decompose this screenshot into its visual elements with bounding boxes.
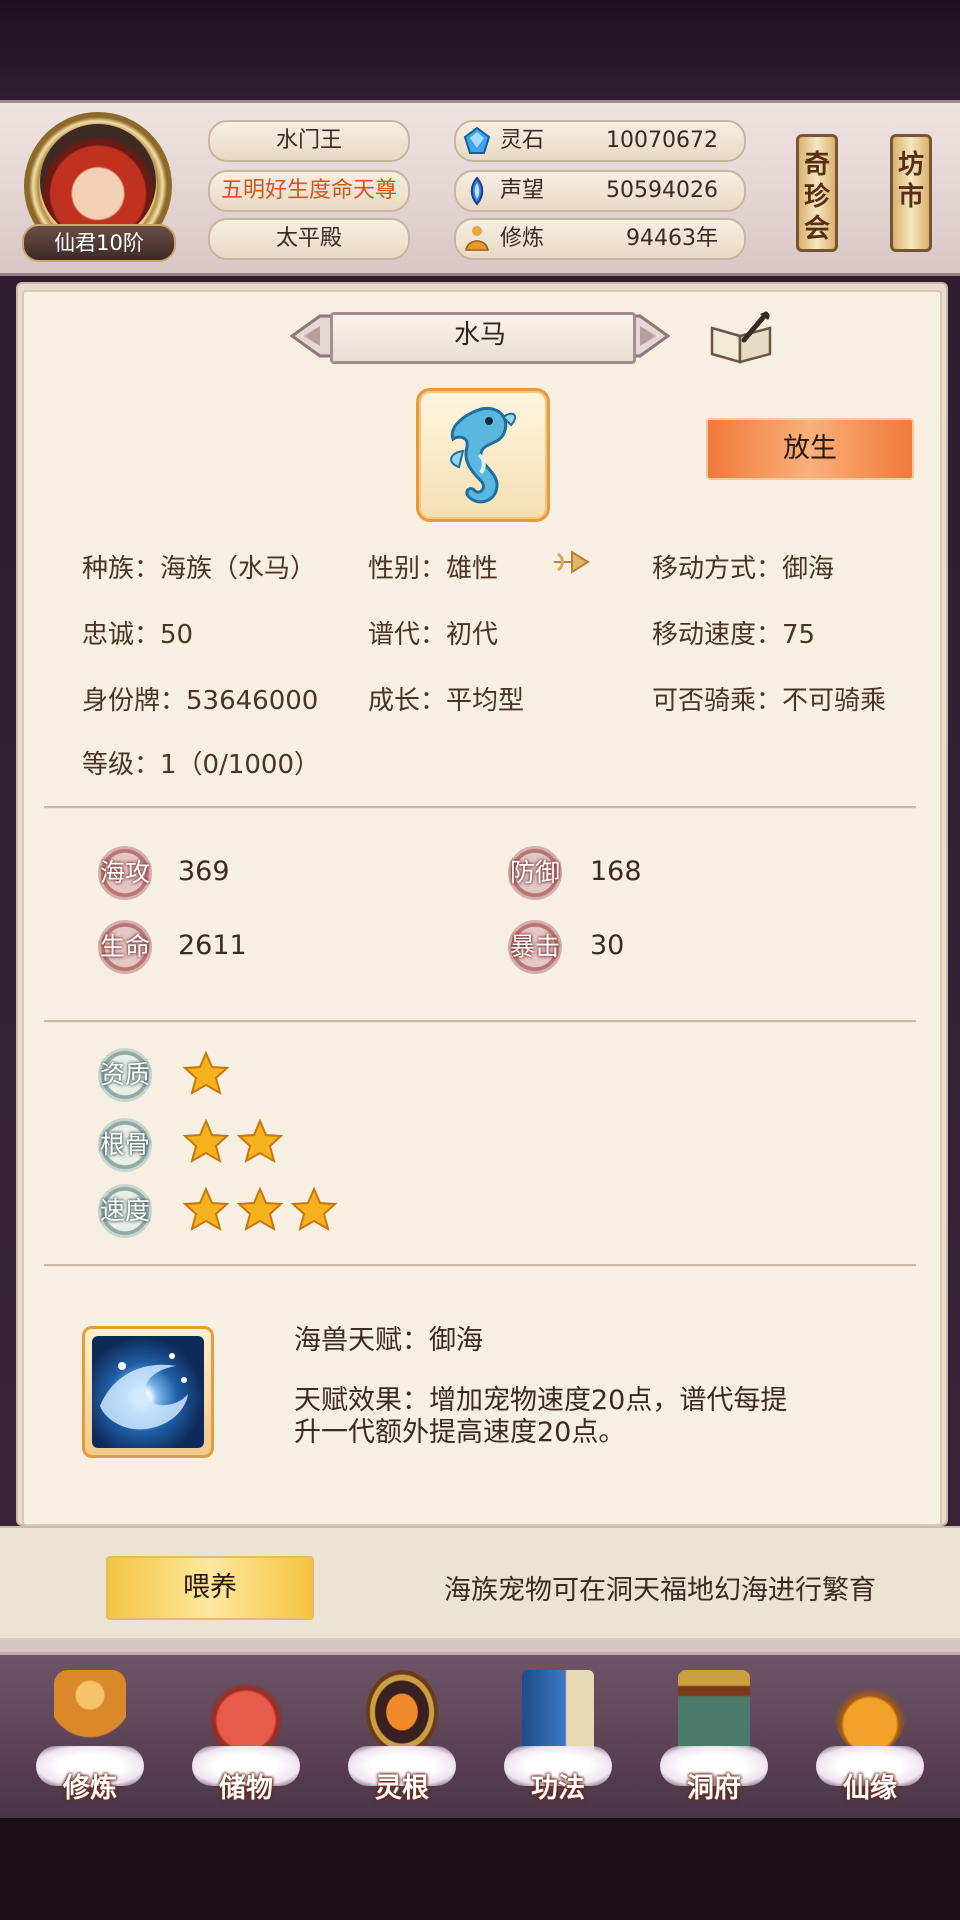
player-title: 五明好生度命天尊 (208, 170, 410, 212)
player-name: 水门王 (208, 120, 410, 162)
pet-name: 水马 (453, 320, 506, 350)
rating-label-bone: 根骨 (98, 1118, 152, 1172)
pet-move-speed: 移动速度：75 (652, 620, 816, 650)
stat-value-sea-attack: 369 (178, 856, 230, 887)
gourd-icon (834, 1670, 906, 1754)
divider (44, 1264, 916, 1267)
male-arrow-icon (554, 550, 590, 574)
stat-value-critical: 30 (590, 930, 625, 961)
stat-badge-health: 生命 (98, 920, 152, 974)
nav-storage[interactable]: 储物 (186, 1660, 306, 1810)
spirit-root-icon (366, 1670, 438, 1754)
wave-icon (100, 1353, 188, 1430)
breeding-hint: 海族宠物可在洞天福地幻海进行繁育 (444, 1575, 876, 1606)
divider (44, 806, 916, 809)
pet-name-plate: 水马 (290, 308, 670, 364)
stat-badge-sea-attack: 海攻 (98, 846, 152, 900)
resource-spirit-stone: 灵石 10070672 (454, 120, 746, 162)
star-icon (290, 1186, 338, 1232)
release-button[interactable]: 放生 (706, 418, 914, 480)
rating-label-speed: 速度 (98, 1184, 152, 1238)
star-icon (182, 1118, 230, 1164)
resource-cultivation: 修炼 94463年 (454, 218, 746, 260)
rating-label-aptitude: 资质 (98, 1048, 152, 1102)
pet-gender: 性别：雄性 (368, 554, 499, 584)
stat-badge-defense: 防御 (508, 846, 562, 900)
pet-move-type: 移动方式：御海 (652, 554, 835, 584)
feed-button[interactable]: 喂养 (106, 1556, 314, 1620)
star-icon (182, 1186, 230, 1232)
resource-label: 灵石 (500, 128, 545, 153)
star-icon (236, 1186, 284, 1232)
screen-bottom (0, 1818, 960, 1920)
rank-badge: 仙君10阶 (22, 224, 176, 262)
meditating-monk-icon (54, 1670, 126, 1754)
pet-growth: 成长：平均型 (368, 686, 525, 716)
nav-spirit-root[interactable]: 灵根 (342, 1660, 462, 1810)
stat-badge-critical: 暴击 (508, 920, 562, 974)
resource-value: 50594026 (606, 178, 718, 203)
pet-rideable: 可否骑乘：不可骑乘 (652, 686, 887, 716)
pet-id-tag: 身份牌：53646000 (82, 686, 319, 716)
talent-effect-line2: 升一代额外提高速度20点。 (294, 1417, 626, 1448)
resource-prestige: 声望 50594026 (454, 170, 746, 212)
spirit-stone-icon (463, 126, 491, 154)
talent-effect-line1: 天赋效果：增加宠物速度20点，谱代每提 (294, 1385, 788, 1416)
treasure-fair-scroll[interactable]: 奇珍会 (796, 134, 838, 252)
resource-value: 10070672 (606, 128, 718, 153)
wave-skill-icon (92, 1336, 204, 1448)
nav-cave[interactable]: 洞府 (654, 1660, 774, 1810)
nav-label: 功法 (531, 1773, 585, 1804)
nav-techniques[interactable]: 功法 (498, 1660, 618, 1810)
resource-value: 94463年 (626, 226, 718, 251)
cave-palace-icon (678, 1670, 750, 1754)
talent-name: 海兽天赋：御海 (294, 1325, 483, 1356)
pet-encyclopedia-book-icon[interactable] (708, 310, 774, 364)
avatar[interactable] (40, 124, 156, 240)
pet-race: 种族：海族（水马） (82, 554, 317, 584)
nav-cultivate[interactable]: 修炼 (30, 1660, 150, 1810)
treasure-bag-icon (210, 1670, 282, 1754)
nav-label: 仙缘 (843, 1773, 897, 1804)
market-scroll[interactable]: 坊市 (890, 134, 932, 252)
pet-generation: 谱代：初代 (368, 620, 499, 650)
pet-loyalty: 忠诚：50 (82, 620, 194, 650)
resource-label: 修炼 (500, 226, 545, 251)
resource-label: 声望 (500, 178, 545, 203)
nav-top-strip (0, 1638, 960, 1652)
seahorse-icon (450, 406, 517, 504)
nav-label: 修炼 (63, 1773, 117, 1804)
stat-value-defense: 168 (590, 856, 642, 887)
nav-label: 灵根 (375, 1773, 429, 1804)
cultivation-icon (465, 226, 489, 251)
star-icon (236, 1118, 284, 1164)
pet-portrait-frame (416, 388, 550, 522)
nav-label: 储物 (219, 1773, 273, 1804)
stat-value-health: 2611 (178, 930, 247, 961)
divider (44, 1020, 916, 1023)
player-hall: 太平殿 (208, 218, 410, 260)
star-icon (182, 1050, 230, 1096)
scripture-book-icon (522, 1670, 594, 1754)
nav-fate[interactable]: 仙缘 (810, 1660, 930, 1810)
pet-level: 等级：1（0/1000） (82, 750, 321, 780)
nav-label: 洞府 (687, 1773, 741, 1804)
prestige-icon (470, 176, 484, 206)
